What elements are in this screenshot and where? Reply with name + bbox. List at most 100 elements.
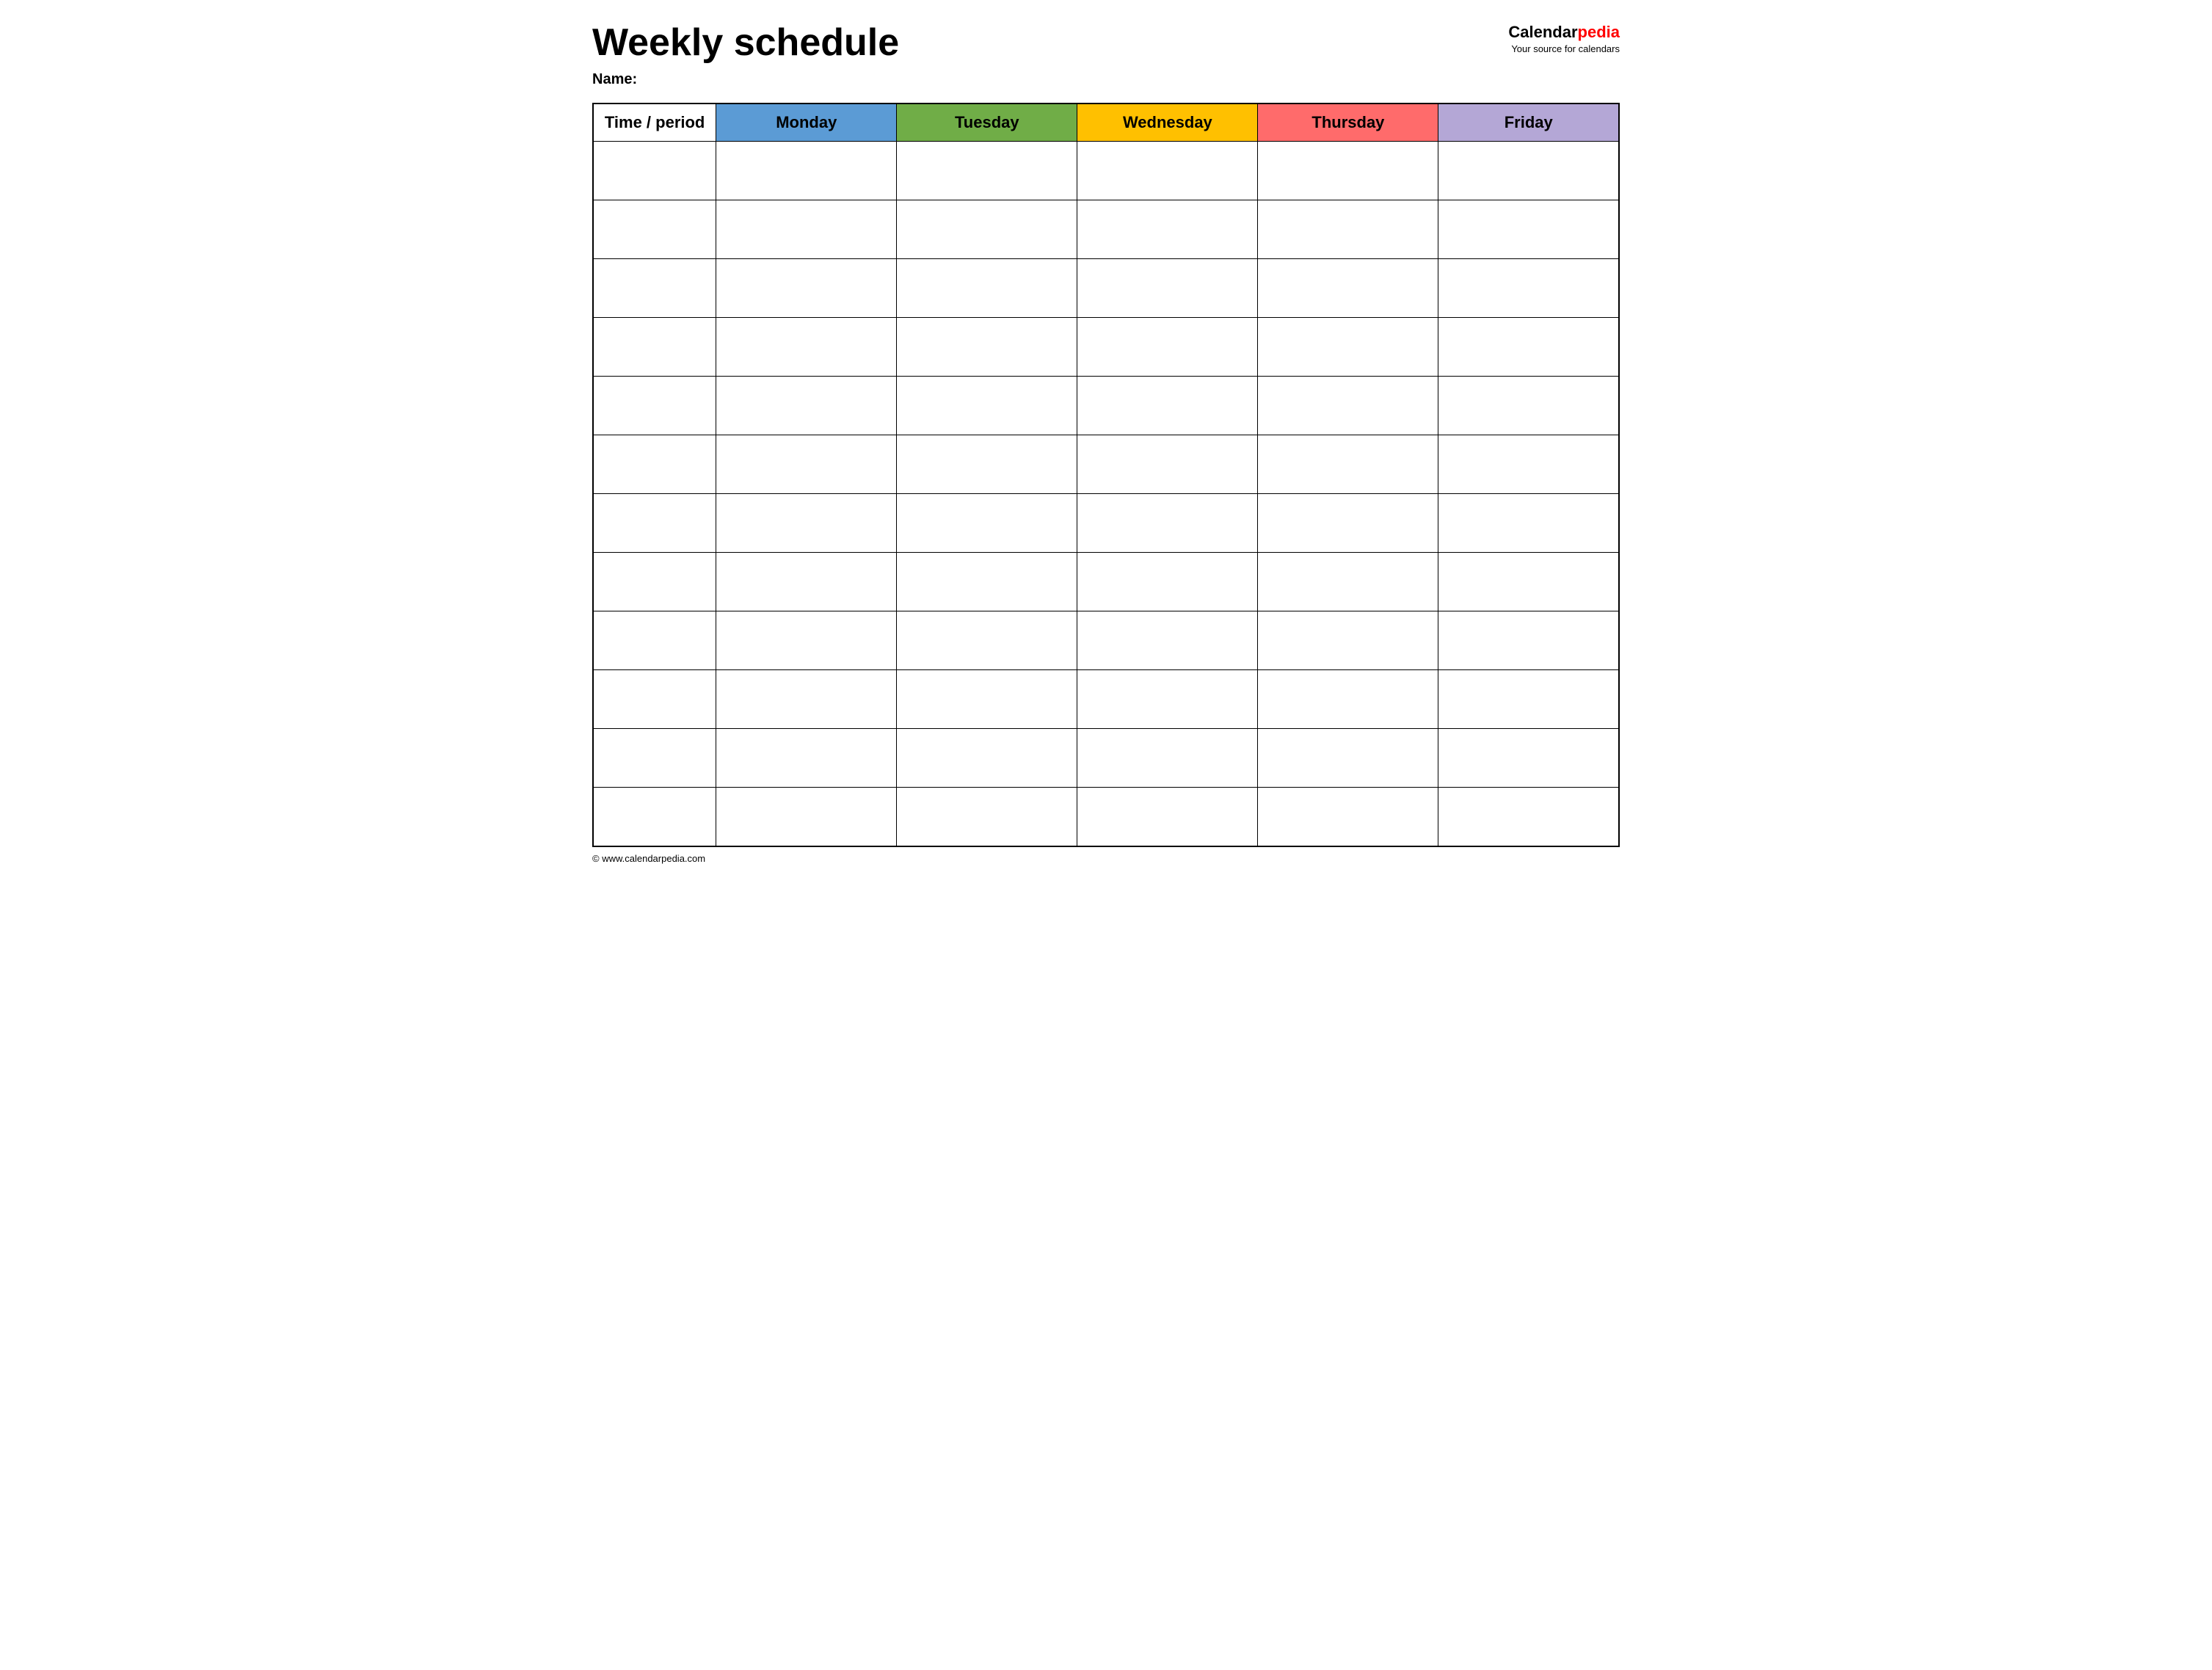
- logo-calendar-text: Calendar: [1508, 23, 1577, 41]
- schedule-cell[interactable]: [1258, 259, 1438, 318]
- schedule-cell[interactable]: [1077, 318, 1258, 377]
- schedule-cell[interactable]: [1438, 259, 1619, 318]
- schedule-cell[interactable]: [1077, 435, 1258, 494]
- table-row: [593, 435, 1619, 494]
- schedule-cell[interactable]: [1258, 200, 1438, 259]
- time-cell[interactable]: [593, 200, 716, 259]
- logo-pedia-text: pedia: [1578, 23, 1620, 41]
- time-cell[interactable]: [593, 670, 716, 729]
- table-row: [593, 611, 1619, 670]
- table-row: [593, 553, 1619, 611]
- time-cell[interactable]: [593, 142, 716, 200]
- schedule-cell[interactable]: [1077, 200, 1258, 259]
- schedule-cell[interactable]: [1077, 494, 1258, 553]
- schedule-table: Time / period Monday Tuesday Wednesday T…: [592, 103, 1620, 847]
- schedule-cell[interactable]: [1077, 259, 1258, 318]
- schedule-cell[interactable]: [716, 435, 897, 494]
- col-header-tuesday: Tuesday: [897, 104, 1077, 142]
- table-row: [593, 788, 1619, 846]
- schedule-cell[interactable]: [897, 788, 1077, 846]
- schedule-cell[interactable]: [1438, 318, 1619, 377]
- schedule-cell[interactable]: [716, 259, 897, 318]
- schedule-cell[interactable]: [716, 377, 897, 435]
- schedule-cell[interactable]: [716, 142, 897, 200]
- time-cell[interactable]: [593, 494, 716, 553]
- schedule-cell[interactable]: [897, 377, 1077, 435]
- schedule-cell[interactable]: [1077, 670, 1258, 729]
- time-cell[interactable]: [593, 788, 716, 846]
- title-area: Weekly schedule: [592, 22, 899, 64]
- schedule-cell[interactable]: [1077, 729, 1258, 788]
- schedule-cell[interactable]: [1077, 142, 1258, 200]
- time-cell[interactable]: [593, 611, 716, 670]
- schedule-cell[interactable]: [897, 611, 1077, 670]
- footer-url: © www.calendarpedia.com: [592, 853, 705, 864]
- schedule-cell[interactable]: [1258, 494, 1438, 553]
- schedule-cell[interactable]: [716, 494, 897, 553]
- time-cell[interactable]: [593, 259, 716, 318]
- name-row: Name:: [592, 71, 1620, 88]
- schedule-cell[interactable]: [1438, 788, 1619, 846]
- table-row: [593, 259, 1619, 318]
- schedule-cell[interactable]: [1438, 553, 1619, 611]
- schedule-cell[interactable]: [716, 318, 897, 377]
- col-header-friday: Friday: [1438, 104, 1619, 142]
- table-header: Time / period Monday Tuesday Wednesday T…: [593, 104, 1619, 142]
- schedule-cell[interactable]: [716, 553, 897, 611]
- schedule-cell[interactable]: [1258, 142, 1438, 200]
- header-row: Weekly schedule Calendarpedia Your sourc…: [592, 22, 1620, 64]
- schedule-cell[interactable]: [897, 259, 1077, 318]
- schedule-cell[interactable]: [897, 729, 1077, 788]
- schedule-cell[interactable]: [1077, 788, 1258, 846]
- schedule-cell[interactable]: [1438, 200, 1619, 259]
- schedule-cell[interactable]: [1258, 670, 1438, 729]
- schedule-cell[interactable]: [1258, 318, 1438, 377]
- schedule-cell[interactable]: [1077, 611, 1258, 670]
- schedule-cell[interactable]: [897, 494, 1077, 553]
- schedule-cell[interactable]: [716, 611, 897, 670]
- schedule-cell[interactable]: [897, 670, 1077, 729]
- schedule-cell[interactable]: [897, 435, 1077, 494]
- schedule-cell[interactable]: [716, 788, 897, 846]
- time-cell[interactable]: [593, 318, 716, 377]
- schedule-cell[interactable]: [1438, 494, 1619, 553]
- schedule-cell[interactable]: [897, 142, 1077, 200]
- schedule-cell[interactable]: [1077, 377, 1258, 435]
- schedule-cell[interactable]: [1258, 435, 1438, 494]
- footer: © www.calendarpedia.com: [592, 853, 1620, 864]
- schedule-cell[interactable]: [1438, 670, 1619, 729]
- time-cell[interactable]: [593, 553, 716, 611]
- table-row: [593, 494, 1619, 553]
- table-row: [593, 670, 1619, 729]
- schedule-cell[interactable]: [1438, 611, 1619, 670]
- table-body: [593, 142, 1619, 846]
- table-row: [593, 142, 1619, 200]
- schedule-cell[interactable]: [1258, 729, 1438, 788]
- time-cell[interactable]: [593, 435, 716, 494]
- table-row: [593, 318, 1619, 377]
- header-row-table: Time / period Monday Tuesday Wednesday T…: [593, 104, 1619, 142]
- schedule-cell[interactable]: [716, 200, 897, 259]
- time-cell[interactable]: [593, 377, 716, 435]
- schedule-cell[interactable]: [1438, 377, 1619, 435]
- schedule-cell[interactable]: [1438, 435, 1619, 494]
- schedule-cell[interactable]: [1258, 553, 1438, 611]
- table-row: [593, 377, 1619, 435]
- col-header-time: Time / period: [593, 104, 716, 142]
- schedule-cell[interactable]: [1438, 729, 1619, 788]
- page-wrapper: Weekly schedule Calendarpedia Your sourc…: [592, 22, 1620, 864]
- schedule-cell[interactable]: [1258, 377, 1438, 435]
- schedule-cell[interactable]: [716, 729, 897, 788]
- schedule-cell[interactable]: [1438, 142, 1619, 200]
- schedule-cell[interactable]: [716, 670, 897, 729]
- schedule-cell[interactable]: [1258, 611, 1438, 670]
- schedule-cell[interactable]: [1258, 788, 1438, 846]
- schedule-cell[interactable]: [897, 200, 1077, 259]
- schedule-cell[interactable]: [1077, 553, 1258, 611]
- col-header-thursday: Thursday: [1258, 104, 1438, 142]
- time-cell[interactable]: [593, 729, 716, 788]
- schedule-cell[interactable]: [897, 318, 1077, 377]
- table-row: [593, 200, 1619, 259]
- page-title: Weekly schedule: [592, 22, 899, 64]
- schedule-cell[interactable]: [897, 553, 1077, 611]
